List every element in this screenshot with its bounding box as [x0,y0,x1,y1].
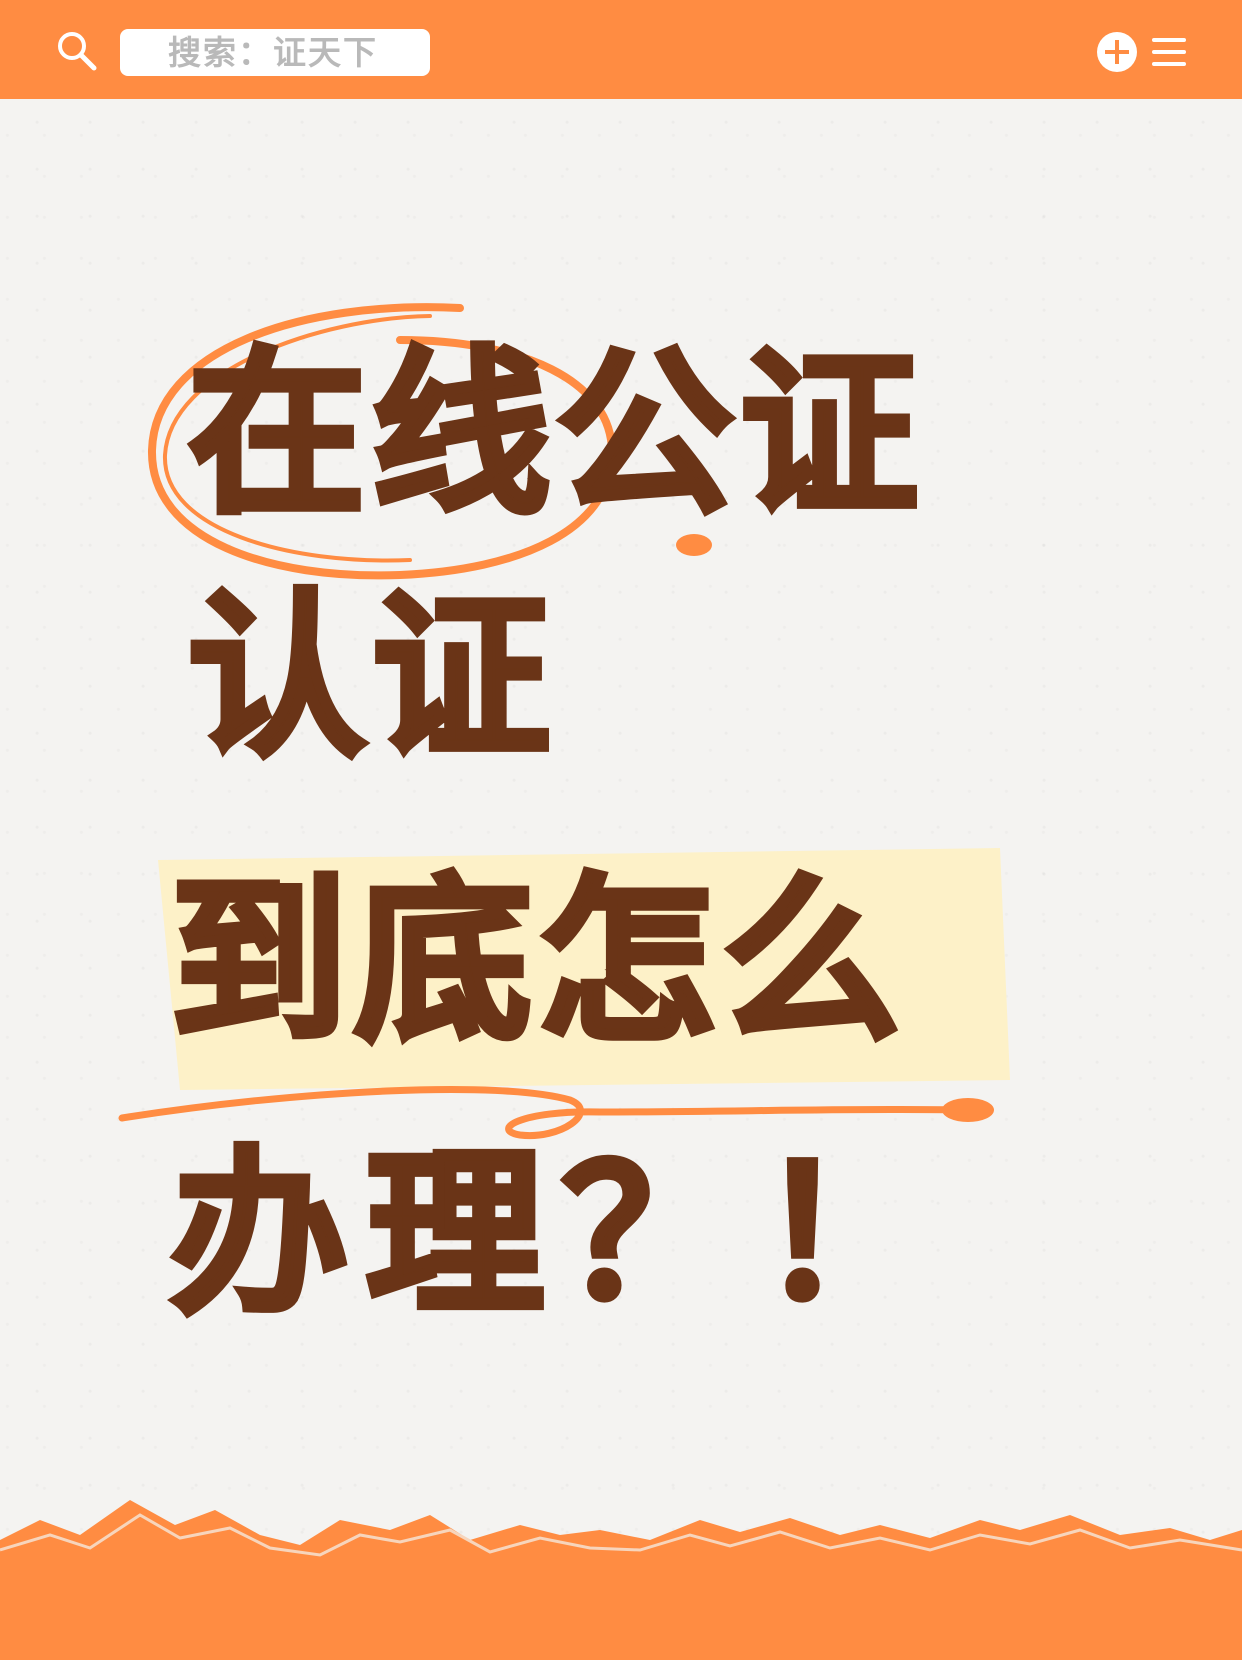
headline-line-2: 认证 [185,574,556,781]
headline-line-3: 到底怎么 [167,858,906,1065]
headline-line-4: 办理？！ [167,1131,954,1338]
swoosh-dot [942,1098,994,1122]
underline-swoosh [118,1086,964,1140]
headline-line-1: 在线公证 [185,331,924,538]
torn-paper-edge [0,1500,1242,1660]
decorations [118,303,1010,1140]
